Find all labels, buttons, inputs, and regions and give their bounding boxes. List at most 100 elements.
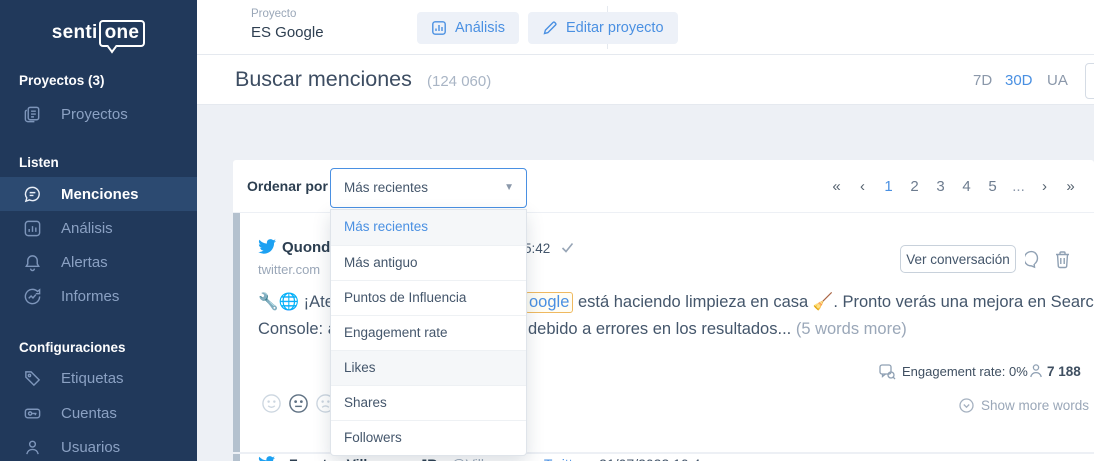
sidebar-item-analisis[interactable]: Análisis — [0, 211, 197, 245]
chevron-down-icon: ▼ — [504, 182, 514, 193]
pagination-page-2[interactable]: 2 — [905, 176, 924, 197]
sort-select-value: Más recientes — [344, 180, 428, 195]
twitter-icon — [258, 239, 276, 254]
mention-source-link[interactable]: Twitter — [544, 456, 585, 461]
logo-text-prefix: senti — [52, 22, 98, 43]
sidebar-item-menciones[interactable]: Menciones — [0, 177, 197, 211]
mention-author[interactable]: Fuentes Villanueva JR — [289, 456, 437, 461]
project-label: Proyecto — [251, 8, 296, 20]
section-header-configuraciones: Configuraciones — [19, 340, 126, 355]
sidebar-item-label: Etiquetas — [61, 370, 124, 387]
pagination-page-1[interactable]: 1 — [879, 176, 898, 197]
mention-handle: @Villanueva — [451, 456, 530, 461]
sort-option-followers[interactable]: Followers — [331, 420, 526, 455]
logo-text-suffix: one — [105, 22, 140, 43]
pagination-first[interactable]: « — [827, 176, 846, 197]
range-7d[interactable]: 7D — [973, 72, 992, 89]
bar-chart-icon — [23, 219, 42, 238]
sidebar: sentione Proyectos (3) Proyectos Listen … — [0, 0, 197, 461]
edit-project-button-label: Editar proyecto — [566, 20, 664, 36]
sentiment-neutral-icon[interactable] — [288, 393, 309, 414]
show-more-words-label: Show more words — [981, 398, 1089, 413]
conversation-bubble-icon[interactable] — [1025, 250, 1044, 269]
mention-time: 5:42 — [524, 241, 550, 256]
engagement-icon — [879, 364, 896, 380]
sentione-app: sentione Proyectos (3) Proyectos Listen … — [0, 0, 1094, 461]
sidebar-item-usuarios[interactable]: Usuarios — [0, 430, 197, 461]
sidebar-item-informes[interactable]: Informes — [0, 279, 197, 313]
view-conversation-button[interactable]: Ver conversación — [900, 245, 1016, 273]
user-icon — [23, 438, 42, 457]
pencil-icon — [542, 20, 558, 36]
mention-source[interactable]: twitter.com — [258, 262, 320, 277]
check-icon — [560, 240, 575, 255]
show-more-words[interactable]: Show more words — [959, 398, 1089, 413]
mention-text: debido a errores en los resultados... — [528, 320, 796, 338]
page-title: Buscar menciones — [235, 67, 412, 92]
section-header-listen: Listen — [19, 155, 59, 170]
twitter-icon — [258, 456, 275, 461]
mention-edge-bar — [233, 213, 240, 452]
section-header-proyectos: Proyectos (3) — [19, 73, 105, 88]
sidebar-item-label: Informes — [61, 288, 119, 305]
sidebar-item-etiquetas[interactable]: Etiquetas — [0, 361, 197, 395]
sort-dropdown-menu: Más recientes Más antiguo Puntos de Infl… — [330, 209, 527, 456]
mention-text: está haciendo limpieza en casa 🧹. Pronto… — [573, 293, 1094, 311]
sort-option-puntos-de-influencia[interactable]: Puntos de Influencia — [331, 280, 526, 315]
sidebar-item-cuentas[interactable]: Cuentas — [0, 396, 197, 430]
range-30d-active[interactable]: 30D — [1005, 72, 1033, 89]
pagination-page-4[interactable]: 4 — [957, 176, 976, 197]
documents-icon — [23, 105, 42, 124]
range-ua[interactable]: UA — [1047, 72, 1068, 89]
logo-speech-box: one — [99, 20, 146, 47]
sidebar-item-label: Cuentas — [61, 405, 117, 422]
sentiment-positive-icon[interactable] — [261, 393, 282, 414]
sort-select[interactable]: Más recientes ▼ — [330, 168, 527, 208]
date-picker-button[interactable] — [1085, 63, 1094, 99]
keyword-highlight: oogle — [525, 292, 573, 313]
sort-option-engagement-rate[interactable]: Engagement rate — [331, 315, 526, 350]
bar-chart-icon — [431, 20, 447, 36]
pagination-prev[interactable]: ‹ — [853, 176, 872, 197]
mention-header-row: Fuentes Villanueva JR @Villanueva Twitte… — [258, 456, 700, 461]
speech-bubble-icon — [23, 185, 42, 204]
sentiment-selector — [261, 393, 336, 414]
sidebar-item-label: Menciones — [61, 186, 139, 203]
page-header: Buscar menciones (124 060) 7D 30D UA — [197, 55, 1094, 105]
project-value: ES Google — [251, 24, 324, 41]
chevron-circle-down-icon — [959, 398, 974, 413]
sort-toolbar: Ordenar por Más recientes ▼ « ‹ 1 2 3 4 … — [233, 160, 1094, 212]
mention-edge-bar — [233, 454, 240, 461]
sidebar-item-label: Proyectos — [61, 106, 128, 123]
sidebar-item-alertas[interactable]: Alertas — [0, 245, 197, 279]
sidebar-item-label: Usuarios — [61, 439, 120, 456]
key-icon — [23, 404, 42, 423]
engagement-rate: Engagement rate: 0% — [902, 364, 1028, 379]
sort-option-mas-antiguo[interactable]: Más antiguo — [331, 245, 526, 280]
tag-icon — [23, 369, 42, 388]
mention-date: 31/07/2023 10:4 — [599, 456, 700, 461]
sidebar-item-label: Análisis — [61, 220, 113, 237]
pagination-page-5[interactable]: 5 — [983, 176, 1002, 197]
mentions-count: (124 060) — [427, 73, 491, 90]
pagination-last[interactable]: » — [1061, 176, 1080, 197]
more-words-link[interactable]: (5 words more) — [796, 320, 907, 338]
pagination-page-3[interactable]: 3 — [931, 176, 950, 197]
pagination: « ‹ 1 2 3 4 5 ... › » — [827, 160, 1080, 212]
topbar: Proyecto ES Google ▼ Análisis Editar pro… — [197, 0, 1094, 55]
sort-label: Ordenar por — [247, 178, 328, 194]
pagination-next[interactable]: › — [1035, 176, 1054, 197]
analysis-button[interactable]: Análisis — [417, 12, 519, 44]
trash-icon[interactable] — [1054, 250, 1071, 269]
sidebar-item-proyectos[interactable]: Proyectos — [0, 97, 197, 131]
followers-count: 7 188 — [1047, 364, 1081, 379]
report-icon — [23, 287, 42, 306]
sort-option-likes[interactable]: Likes — [331, 350, 526, 385]
followers-icon — [1029, 363, 1043, 379]
sidebar-item-label: Alertas — [61, 254, 108, 271]
sort-option-shares[interactable]: Shares — [331, 385, 526, 420]
sentione-logo: senti one — [0, 20, 197, 47]
sort-option-mas-recientes[interactable]: Más recientes — [331, 210, 526, 245]
mention-text-line1-right: oogle está haciendo limpieza en casa 🧹. … — [525, 293, 1094, 312]
edit-project-button[interactable]: Editar proyecto — [528, 12, 678, 44]
